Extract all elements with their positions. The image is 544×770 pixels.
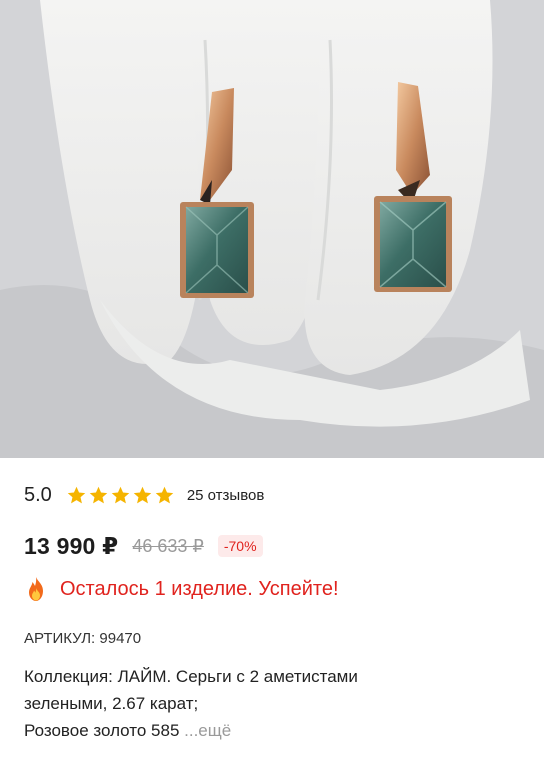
description-line: Коллекция: ЛАЙМ. Серьги с 2 аметистами — [24, 667, 358, 686]
earrings-image — [0, 0, 544, 458]
description-text: Розовое золото 585 — [24, 721, 180, 740]
discount-badge: -70% — [217, 535, 263, 557]
rating-value: 5.0 — [24, 483, 52, 506]
stock-alert: Осталось 1 изделие. Успейте! — [24, 574, 339, 604]
description-line: зелеными, 2.67 карат; — [24, 694, 199, 713]
reviews-link[interactable]: 25 отзывов — [187, 487, 265, 504]
star-icon — [67, 486, 86, 503]
star-icon — [111, 486, 130, 503]
fire-icon — [29, 577, 43, 601]
price-row: 13 990 ₽ 46 633 ₽ -70% — [24, 530, 263, 562]
rating-row[interactable]: 5.0 25 отзывов — [24, 482, 264, 508]
current-price: 13 990 ₽ — [24, 532, 119, 559]
description-line: Розовое золото 585 ...ещё — [24, 717, 444, 744]
rating-stars — [66, 485, 175, 506]
product-description: Коллекция: ЛАЙМ. Серьги с 2 аметистами з… — [24, 663, 444, 744]
sku-label: АРТИКУЛ: 99470 — [24, 630, 142, 647]
show-more-link[interactable]: ...ещё — [184, 721, 231, 740]
old-price: 46 633 ₽ — [132, 535, 204, 556]
product-photo[interactable] — [0, 0, 544, 458]
stock-message: Осталось 1 изделие. Успейте! — [60, 577, 339, 600]
star-icon — [133, 486, 152, 503]
star-icon — [89, 486, 108, 503]
star-icon — [155, 486, 174, 503]
